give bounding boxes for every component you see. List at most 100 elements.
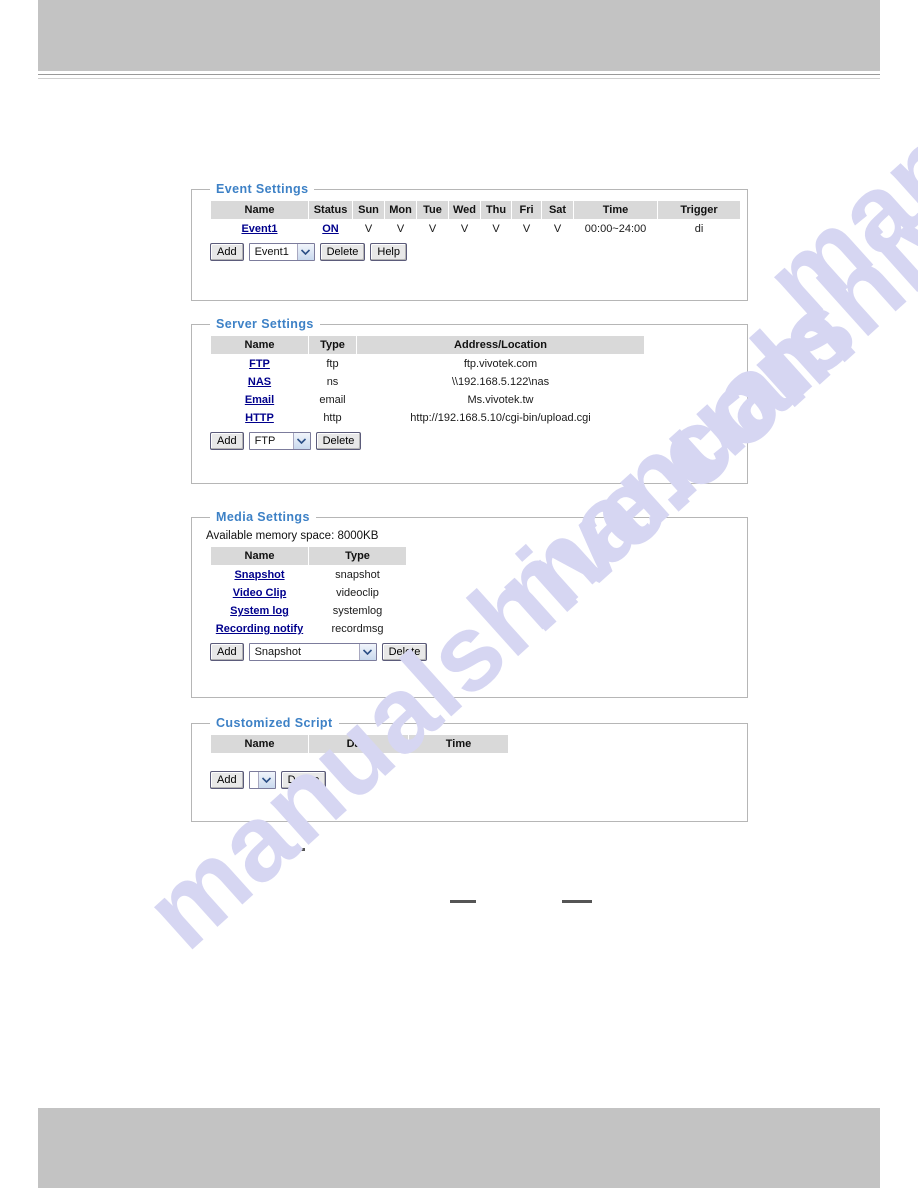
media-settings-controls: Add Snapshot Delete (210, 643, 747, 661)
cell-trigger: di (694, 223, 704, 235)
column-header-address: Address/Location (356, 335, 645, 355)
server-name-link-ftp[interactable]: FTP (249, 358, 270, 370)
chevron-down-icon (296, 244, 314, 260)
cell-media-name: System log (211, 602, 309, 620)
page-header-band (38, 0, 880, 71)
script-select[interactable] (248, 771, 276, 789)
cell-sat: V (553, 223, 562, 235)
table-header-row: Name Date Time (210, 734, 509, 754)
column-header-time: Time (573, 200, 659, 220)
media-name-link-snapshot[interactable]: Snapshot (234, 569, 284, 581)
cell-server-address: http://192.168.5.10/cgi-bin/upload.cgi (410, 412, 591, 424)
column-header-type: Type (308, 546, 407, 566)
panel-server-settings: Server Settings Name Type Address/Locati… (191, 317, 748, 484)
media-settings-legend: Media Settings (216, 510, 310, 524)
table-row: Recording notify recordmsg (211, 620, 407, 638)
redaction-dash-mark (450, 900, 476, 903)
column-header-status: Status (308, 200, 353, 220)
customized-script-controls: Add Delete (210, 771, 747, 789)
event-select-value: Event1 (254, 246, 289, 258)
column-header-name: Name (210, 335, 309, 355)
cell-server-address: Ms.vivotek.tw (467, 394, 534, 406)
table-row: HTTP http http://192.168.5.10/cgi-bin/up… (211, 409, 645, 427)
cell-server-type: ns (326, 376, 339, 388)
chevron-down-icon (292, 433, 310, 449)
cell-mon: V (396, 223, 405, 235)
cell-media-type: systemlog (332, 605, 383, 617)
server-add-button[interactable]: Add (210, 432, 244, 450)
redaction-dash-mark (562, 900, 592, 903)
panel-customized-script: Customized Script Name Date Time Add Del… (191, 716, 748, 822)
cell-time: 00:00~24:00 (584, 223, 647, 235)
server-delete-button[interactable]: Delete (315, 432, 362, 450)
table-header-row: Name Type Address/Location (210, 335, 645, 355)
media-select[interactable]: Snapshot (248, 643, 377, 661)
media-name-link-system-log[interactable]: System log (230, 605, 289, 617)
column-header-name: Name (210, 734, 309, 754)
cell-media-name: Video Clip (211, 584, 309, 602)
panel-event-settings: Event Settings Name Status Sun Mon Tue W… (191, 182, 748, 301)
script-select-value (250, 772, 258, 788)
chevron-down-icon (358, 644, 376, 660)
panel-media-settings: Media Settings Available memory space: 8… (191, 510, 748, 698)
header-divider-rule (38, 74, 880, 75)
cell-media-type: snapshot (335, 569, 380, 581)
event-status-link[interactable]: ON (322, 223, 339, 235)
table-header-row: Name Type (210, 546, 407, 566)
server-name-link-http[interactable]: HTTP (245, 412, 274, 424)
cell-event-status: ON (309, 220, 353, 239)
column-header-type: Type (308, 335, 357, 355)
script-delete-button[interactable]: Delete (280, 771, 327, 789)
table-row: Video Clip videoclip (211, 584, 407, 602)
customized-script-table: Name Date Time (210, 734, 509, 754)
server-settings-legend: Server Settings (216, 317, 314, 331)
cell-server-address: \\192.168.5.122\nas (451, 376, 550, 388)
event-select[interactable]: Event1 (248, 243, 315, 261)
column-header-trigger: Trigger (657, 200, 742, 220)
cell-server-name: HTTP (211, 409, 309, 427)
column-header-wed: Wed (447, 200, 482, 220)
column-header-time: Time (408, 734, 509, 754)
server-settings-table: Name Type Address/Location FTP ftp ftp.v… (210, 335, 645, 427)
column-header-name: Name (210, 200, 309, 220)
column-header-mon: Mon (384, 200, 417, 220)
column-header-sat: Sat (541, 200, 575, 220)
table-row: NAS ns \\192.168.5.122\nas (211, 373, 645, 391)
column-header-sun: Sun (352, 200, 385, 220)
script-add-button[interactable]: Add (210, 771, 244, 789)
event-add-button[interactable]: Add (210, 243, 244, 261)
server-name-link-email[interactable]: Email (245, 394, 274, 406)
table-row: Snapshot snapshot (211, 566, 407, 585)
column-header-fri: Fri (511, 200, 543, 220)
customized-script-legend: Customized Script (216, 716, 333, 730)
media-settings-table: Name Type Snapshot snapshot Video Clip v… (210, 546, 407, 638)
cell-server-type: http (323, 412, 342, 424)
cell-fri: V (522, 223, 531, 235)
cell-event-name: Event1 (211, 220, 309, 239)
chevron-down-icon (257, 772, 275, 788)
event-settings-legend: Event Settings (216, 182, 309, 196)
cell-tue: V (428, 223, 437, 235)
table-row: Event1 ON V V V V V V V 00:00~24:00 di (211, 220, 741, 239)
cell-wed: V (460, 223, 469, 235)
event-name-link[interactable]: Event1 (241, 223, 277, 235)
header-divider-rule-secondary (38, 78, 880, 79)
cell-server-type: email (319, 394, 346, 406)
media-add-button[interactable]: Add (210, 643, 244, 661)
media-name-link-recording-notify[interactable]: Recording notify (216, 623, 303, 635)
column-header-date: Date (308, 734, 409, 754)
server-name-link-nas[interactable]: NAS (248, 376, 271, 388)
server-settings-controls: Add FTP Delete (210, 432, 747, 450)
event-settings-controls: Add Event1 Delete Help (210, 243, 747, 261)
cell-sun: V (364, 223, 373, 235)
server-select[interactable]: FTP (248, 432, 311, 450)
media-name-link-video-clip[interactable]: Video Clip (233, 587, 287, 599)
event-delete-button[interactable]: Delete (319, 243, 366, 261)
event-help-button[interactable]: Help (370, 243, 407, 261)
table-header-row: Name Status Sun Mon Tue Wed Thu Fri Sat … (210, 200, 742, 220)
media-delete-button[interactable]: Delete (381, 643, 428, 661)
cell-media-type: videoclip (336, 587, 379, 599)
cell-media-name: Recording notify (211, 620, 309, 638)
column-header-name: Name (210, 546, 309, 566)
table-row: FTP ftp ftp.vivotek.com (211, 355, 645, 374)
